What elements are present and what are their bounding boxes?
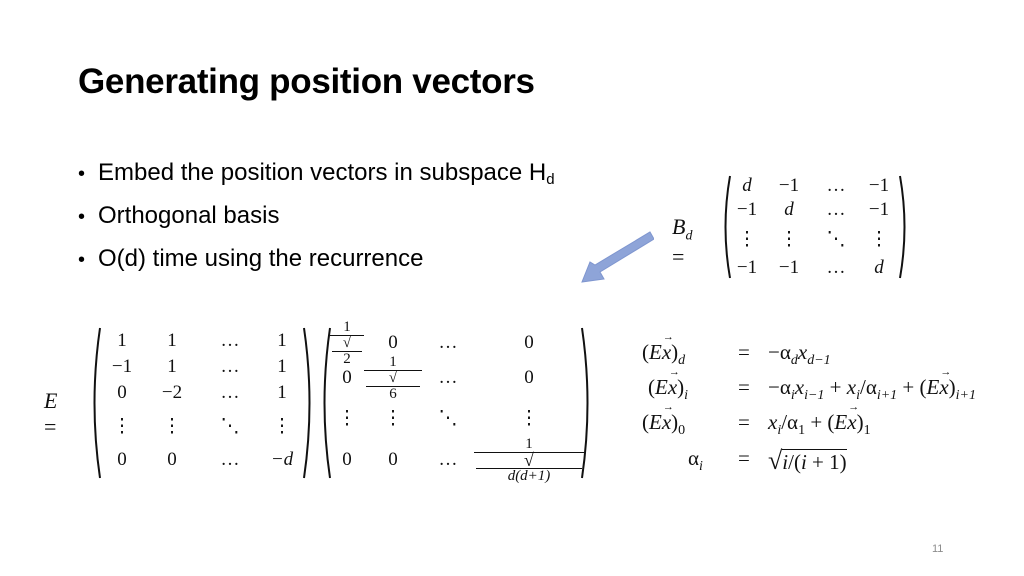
matrix-cell: d xyxy=(784,199,794,220)
matrix-b-lhs: Bd = xyxy=(672,214,693,270)
slide-title: Generating position vectors xyxy=(78,62,535,101)
bullet-item: • Orthogonal basis xyxy=(78,197,555,240)
matrix-cell: 0 xyxy=(342,367,352,388)
matrix-cell: ⋮ xyxy=(869,228,889,250)
recurrence-rhs: −αixi−1 + xi/αi+1 + (Ex)i+1 xyxy=(768,366,976,404)
matrix-cell: … xyxy=(438,367,458,388)
matrix-e-left-grid: 1 1 … 1 −1 1 … 1 0 −2 … 1 ⋮ ⋮ ⋱ ⋮ 0 0 … … xyxy=(102,328,306,478)
matrix-cell: −d xyxy=(270,449,294,470)
matrix-cell: 1 √ 6 xyxy=(364,354,422,402)
matrix-cell: d xyxy=(742,175,752,196)
recurrence-lhs: (Ex)i xyxy=(648,366,688,404)
matrix-cell: ⋮ xyxy=(737,228,757,250)
bullet-item: • O(d) time using the recurrence xyxy=(78,240,555,283)
matrix-cell: −1 xyxy=(778,257,800,278)
recurrence-rhs: xi/α1 + (Ex)1 xyxy=(768,401,871,439)
right-paren xyxy=(898,174,910,280)
matrix-cell: 1 √ 2 xyxy=(330,319,364,367)
recurrence-lhs: (Ex)d xyxy=(642,331,685,369)
matrix-cell: ⋮ xyxy=(383,407,403,429)
matrix-cell: … xyxy=(220,330,240,351)
equals-sign: = xyxy=(738,340,750,364)
bullet-text: Embed the position vectors in subspace H xyxy=(98,159,547,186)
matrix-cell: … xyxy=(826,175,846,196)
bullet-icon: • xyxy=(78,163,86,185)
equals-sign: = xyxy=(738,375,750,399)
matrix-b-grid: d −1 … −1 −1 d … −1 ⋮ ⋮ ⋱ ⋮ −1 −1 … d xyxy=(730,174,900,280)
bullet-subscript: d xyxy=(546,171,555,188)
matrix-cell: ⋱ xyxy=(438,407,458,429)
bullet-icon: • xyxy=(78,249,86,271)
matrix-cell: 1 √ d(d+1) xyxy=(474,436,584,484)
equals-sign: = xyxy=(738,410,750,434)
matrix-cell: −1 xyxy=(868,199,890,220)
matrix-cell: 1 xyxy=(167,356,177,377)
matrix-cell: −1 xyxy=(736,199,758,220)
matrix-cell: … xyxy=(220,382,240,403)
matrix-cell: −1 xyxy=(868,175,890,196)
matrix-cell: ⋱ xyxy=(220,415,240,437)
matrix-cell: ⋮ xyxy=(272,415,292,437)
matrix-cell: 1 xyxy=(167,330,177,351)
matrix-cell: 0 xyxy=(388,332,398,353)
matrix-cell: 1 xyxy=(277,330,287,351)
matrix-cell: ⋱ xyxy=(826,228,846,250)
matrix-e-right-grid: 1 √ 2 0 … 0 0 1 √ 6 … 0 ⋮ ⋮ ⋱ ⋮ 0 0 … 1 √ d(d+… xyxy=(330,319,584,483)
matrix-cell: ⋮ xyxy=(779,228,799,250)
left-paren xyxy=(88,326,102,480)
matrix-cell: 1 xyxy=(277,356,287,377)
matrix-cell: 1 xyxy=(277,382,287,403)
matrix-cell: 0 xyxy=(117,382,127,403)
matrix-cell: 1 xyxy=(117,330,127,351)
equals-sign: = xyxy=(738,446,750,470)
bullet-icon: • xyxy=(78,206,86,228)
bullet-text: Orthogonal basis xyxy=(98,202,280,229)
recurrence-lhs: (Ex)0 xyxy=(642,401,685,439)
matrix-cell: −2 xyxy=(161,382,183,403)
matrix-cell: 0 xyxy=(524,367,534,388)
matrix-cell: … xyxy=(826,199,846,220)
matrix-cell: … xyxy=(220,356,240,377)
matrix-cell: … xyxy=(220,449,240,470)
matrix-cell: ⋮ xyxy=(519,407,539,429)
right-paren xyxy=(580,326,594,480)
matrix-cell: ⋮ xyxy=(162,415,182,437)
matrix-cell: −1 xyxy=(111,356,133,377)
matrix-cell: ⋮ xyxy=(337,407,357,429)
bullet-item: • Embed the position vectors in subspace … xyxy=(78,154,555,197)
matrix-e-lhs: E = xyxy=(44,388,58,439)
matrix-cell: … xyxy=(826,257,846,278)
matrix-cell: 0 xyxy=(117,449,127,470)
recurrence-rhs: −αdxd−1 xyxy=(768,340,831,368)
right-paren xyxy=(302,326,316,480)
matrix-cell: 0 xyxy=(342,449,352,470)
slide: Generating position vectors • Embed the p… xyxy=(0,0,1024,576)
page-number: 11 xyxy=(932,543,944,555)
matrix-cell: ⋮ xyxy=(112,415,132,437)
matrix-cell: 0 xyxy=(388,449,398,470)
matrix-cell: … xyxy=(438,449,458,470)
matrix-cell: 0 xyxy=(167,449,177,470)
bullet-text: O(d) time using the recurrence xyxy=(98,245,424,272)
matrix-cell: −1 xyxy=(778,175,800,196)
recurrence-rhs: √i/(i + 1) xyxy=(768,446,847,475)
matrix-cell: −1 xyxy=(736,257,758,278)
bullet-list: • Embed the position vectors in subspace … xyxy=(78,154,555,283)
arrow-down-left-icon xyxy=(581,231,654,283)
matrix-cell: d xyxy=(874,257,884,278)
matrix-cell: 0 xyxy=(524,332,534,353)
matrix-cell: … xyxy=(438,332,458,353)
recurrence-lhs: αi xyxy=(688,446,703,474)
